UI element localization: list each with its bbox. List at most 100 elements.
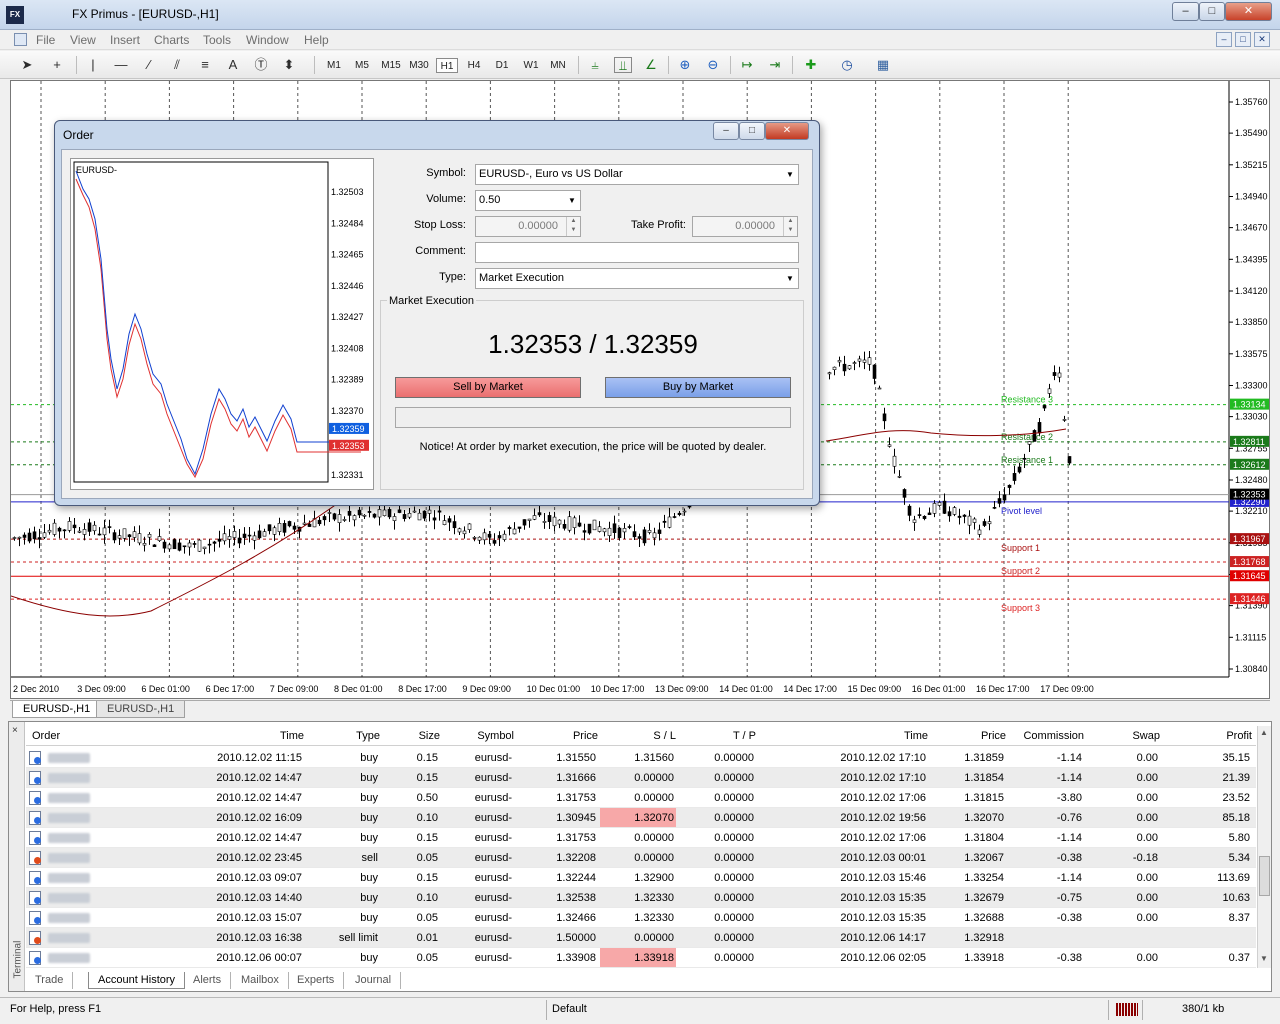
table-row[interactable]: 2010.12.03 15:07 buy 0.05 eurusd- 1.32466 1.3…	[26, 908, 1256, 928]
symbol-select[interactable]: EURUSD-, Euro vs US Dollar ▼	[475, 164, 799, 185]
minimize-button[interactable]: –	[1172, 2, 1199, 21]
scroll-down-icon[interactable]: ▼	[1260, 954, 1268, 963]
terminal-tab-mailbox[interactable]: Mailbox	[232, 972, 289, 989]
cell-symbol: eurusd-	[474, 832, 512, 844]
candle-body	[1057, 372, 1062, 378]
table-row[interactable]: 2010.12.03 09:07 buy 0.15 eurusd- 1.32244 1.3…	[26, 868, 1256, 888]
text-icon[interactable]: A	[224, 57, 242, 73]
column-header[interactable]: Price	[930, 730, 1006, 742]
horizontal-line-icon[interactable]: —	[112, 57, 130, 73]
column-header[interactable]: T / P	[678, 730, 756, 742]
table-row[interactable]: 2010.12.02 14:47 buy 0.15 eurusd- 1.31666 0.0…	[26, 768, 1256, 788]
volume-combo[interactable]: 0.50 ▼	[475, 190, 581, 211]
table-row[interactable]: 2010.12.02 16:09 buy 0.10 eurusd- 1.30945 1.3…	[26, 808, 1256, 828]
dialog-close-button[interactable]: ✕	[765, 122, 809, 140]
periods-clock-icon[interactable]: ◷	[838, 57, 856, 73]
column-header[interactable]: Time	[96, 730, 304, 742]
buy-by-market-button[interactable]: Buy by Market	[605, 377, 791, 398]
column-header[interactable]: Price	[516, 730, 598, 742]
candle-body	[137, 533, 142, 544]
table-row[interactable]: 2010.12.02 11:15 buy 0.15 eurusd- 1.31550 1.3…	[26, 748, 1256, 768]
terminal-tab-journal[interactable]: Journal	[346, 972, 402, 989]
dialog-minimize-button[interactable]: –	[713, 122, 739, 140]
column-header[interactable]: Swap	[1086, 730, 1160, 742]
column-header[interactable]: Time	[758, 730, 928, 742]
cell-type: buy	[360, 772, 378, 784]
text-label-icon[interactable]: Ⓣ	[252, 57, 270, 73]
terminal-tab-alerts[interactable]: Alerts	[184, 972, 232, 989]
column-header[interactable]: Symbol	[442, 730, 514, 742]
menu-help[interactable]: Help	[304, 33, 329, 47]
menu-file[interactable]: File	[36, 33, 55, 47]
status-bar: For Help, press F1 Default 380/1 kb	[0, 997, 1280, 1024]
period-m1[interactable]: M1	[322, 58, 346, 73]
mdi-restore-button[interactable]: □	[1235, 32, 1251, 47]
table-row[interactable]: 2010.12.02 14:47 buy 0.50 eurusd- 1.31753 0.0…	[26, 788, 1256, 808]
channel-icon[interactable]: ⫽	[168, 57, 186, 73]
stop-loss-input[interactable]: 0.00000 ▲ ▼	[475, 216, 581, 237]
maximize-button[interactable]: □	[1199, 2, 1225, 21]
menu-tools[interactable]: Tools	[203, 33, 231, 47]
take-profit-spinner-icon[interactable]: ▲ ▼	[783, 217, 797, 236]
table-row[interactable]: 2010.12.06 00:07 buy 0.05 eurusd- 1.33908 1.3…	[26, 948, 1256, 968]
chart-shift-icon[interactable]: ⇥	[766, 57, 784, 73]
cell-size: 0.15	[416, 832, 438, 844]
menu-charts[interactable]: Charts	[154, 33, 189, 47]
bar-chart-icon[interactable]: ⫨	[586, 57, 604, 73]
stop-loss-spinner-icon[interactable]: ▲ ▼	[566, 217, 580, 236]
period-h1[interactable]: H1	[436, 58, 458, 73]
terminal-tab-trade[interactable]: Trade	[26, 972, 74, 989]
menu-window[interactable]: Window	[246, 33, 289, 47]
column-header[interactable]: Type	[306, 730, 380, 742]
menu-insert[interactable]: Insert	[110, 33, 140, 47]
document-icon[interactable]	[14, 33, 27, 46]
table-row[interactable]: 2010.12.02 23:45 sell 0.05 eurusd- 1.32208 0.…	[26, 848, 1256, 868]
period-h4[interactable]: H4	[463, 58, 485, 73]
candlestick-icon[interactable]: ⫫	[614, 57, 632, 73]
table-row[interactable]: 2010.12.03 14:40 buy 0.10 eurusd- 1.32538 1.3…	[26, 888, 1256, 908]
dialog-maximize-button[interactable]: □	[739, 122, 765, 140]
arrows-dropdown-icon[interactable]: ⬍	[280, 57, 298, 73]
chart-tab-1[interactable]: EURUSD-,H1	[12, 701, 102, 718]
sell-by-market-button[interactable]: Sell by Market	[395, 377, 581, 398]
cell-time: 2010.12.02 14:47	[216, 832, 302, 844]
column-header[interactable]: S / L	[600, 730, 676, 742]
period-m15[interactable]: M15	[378, 58, 404, 73]
cursor-icon[interactable]: ➤	[18, 57, 36, 73]
zoom-in-icon[interactable]: ⊕	[676, 57, 694, 73]
period-w1[interactable]: W1	[519, 58, 543, 73]
period-d1[interactable]: D1	[491, 58, 513, 73]
chart-tab-2[interactable]: EURUSD-,H1	[96, 701, 186, 718]
indicators-dropdown-icon[interactable]: ✚	[802, 57, 820, 73]
menu-view[interactable]: View	[70, 33, 96, 47]
scrollbar-thumb[interactable]	[1259, 856, 1270, 896]
order-type-select[interactable]: Market Execution ▼	[475, 268, 799, 289]
crosshair-icon[interactable]: +	[48, 57, 66, 73]
period-m30[interactable]: M30	[406, 58, 432, 73]
take-profit-input[interactable]: 0.00000 ▲ ▼	[692, 216, 798, 237]
period-mn[interactable]: MN	[546, 58, 570, 73]
comment-input[interactable]	[475, 242, 799, 263]
fibonacci-icon[interactable]: ≡	[196, 57, 214, 73]
column-header[interactable]: Order	[32, 730, 92, 742]
table-row[interactable]: 2010.12.03 16:38 sell limit 0.01 eurusd- 1.5…	[26, 928, 1256, 948]
terminal-tab-experts[interactable]: Experts	[288, 972, 345, 989]
vertical-line-icon[interactable]: |	[84, 57, 102, 73]
close-button[interactable]: ✕	[1225, 2, 1272, 21]
terminal-scrollbar[interactable]: ▲ ▼	[1257, 726, 1271, 968]
mdi-minimize-button[interactable]: –	[1216, 32, 1232, 47]
scroll-up-icon[interactable]: ▲	[1260, 728, 1268, 737]
table-row[interactable]: 2010.12.02 14:47 buy 0.15 eurusd- 1.31753 0.0…	[26, 828, 1256, 848]
templates-icon[interactable]: ▦	[874, 57, 892, 73]
period-m5[interactable]: M5	[350, 58, 374, 73]
trendline-icon[interactable]: ∕	[140, 57, 158, 73]
zoom-out-icon[interactable]: ⊖	[704, 57, 722, 73]
column-header[interactable]: Profit	[1162, 730, 1252, 742]
terminal-close-icon[interactable]: ×	[12, 725, 18, 736]
column-header[interactable]: Size	[382, 730, 440, 742]
column-header[interactable]: Commission	[1008, 730, 1084, 742]
autoscroll-icon[interactable]: ↦	[738, 57, 756, 73]
line-chart-icon[interactable]: ∠	[642, 57, 660, 73]
mdi-close-button[interactable]: ✕	[1254, 32, 1270, 47]
terminal-tab-account-history[interactable]: Account History	[88, 972, 186, 989]
